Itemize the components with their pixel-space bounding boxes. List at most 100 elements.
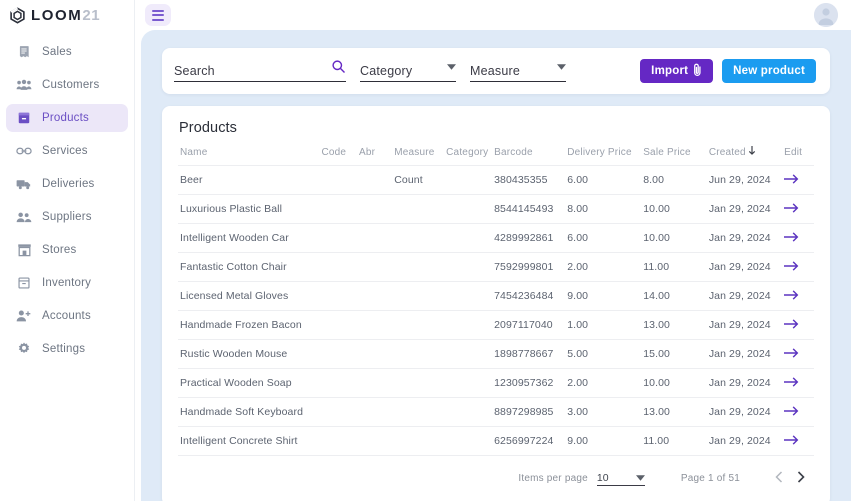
new-product-button[interactable]: New product [722, 59, 816, 83]
table-row[interactable]: Handmade Soft Keyboard 8897298985 3.00 13.0… [178, 397, 814, 427]
cell-edit [784, 339, 814, 369]
table-row[interactable]: Fantastic Cotton Chair 7592999801 2.00 11.0… [178, 252, 814, 282]
table-row[interactable]: Handmade Frozen Bacon 2097117040 1.00 13.00… [178, 310, 814, 340]
import-button-label: Import [651, 65, 689, 77]
arrow-right-icon[interactable] [784, 173, 799, 188]
cell-created: Jan 29, 2024 [708, 281, 785, 311]
cell-barcode: 4289992861 [494, 223, 568, 253]
table-row[interactable]: Rustic Wooden Mouse 1898778667 5.00 15.00 Ja… [178, 339, 814, 369]
cell-delivery-price: 9.00 [567, 426, 644, 456]
cell-edit [784, 252, 814, 282]
app-root: LOOM21 Sales Customers Products Services… [0, 0, 851, 501]
column-header-code[interactable]: Code [321, 146, 358, 166]
cell-abr [358, 252, 395, 282]
sidebar-item-products[interactable]: Products [6, 104, 128, 132]
cell-measure: Count [394, 165, 447, 195]
category-select[interactable]: Category [360, 60, 456, 82]
cell-delivery-price: 2.00 [567, 252, 644, 282]
search-input[interactable]: Search [174, 64, 331, 81]
cell-barcode: 8544145493 [494, 194, 568, 224]
arrow-right-icon[interactable] [784, 405, 799, 420]
sidebar-item-services[interactable]: Services [6, 137, 128, 165]
cell-code [321, 223, 359, 253]
items-per-page-select[interactable]: 10 [596, 471, 645, 486]
cell-edit [784, 368, 814, 398]
cell-barcode: 7454236484 [494, 281, 568, 311]
user-avatar-icon[interactable] [814, 3, 838, 27]
arrow-right-icon[interactable] [784, 289, 799, 304]
previous-page-button[interactable] [768, 467, 790, 489]
column-header-abr[interactable]: Abr [359, 146, 394, 166]
cell-barcode: 7592999801 [494, 252, 568, 282]
table-row[interactable]: Practical Wooden Soap 1230957362 2.00 10.00… [178, 368, 814, 398]
arrow-right-icon[interactable] [784, 231, 799, 246]
cell-abr [358, 281, 395, 311]
page-title: Products [179, 120, 238, 136]
cell-delivery-price: 8.00 [567, 194, 644, 224]
column-header-category[interactable]: Category [446, 146, 494, 166]
arrow-right-icon[interactable] [784, 202, 799, 217]
table-row[interactable]: Beer Count 380435355 6.00 8.00 Jun 29, 2024 [178, 165, 814, 195]
chevron-down-icon [635, 472, 645, 484]
cell-category [446, 397, 495, 427]
archive-box-icon [16, 275, 32, 291]
search-icon[interactable] [331, 59, 346, 81]
sidebar-item-customers[interactable]: Customers [6, 71, 128, 99]
brand-logo-area[interactable]: LOOM21 [0, 0, 134, 30]
cell-category [446, 281, 495, 311]
column-header-sale-price[interactable]: Sale Price [643, 146, 709, 166]
arrow-right-icon[interactable] [784, 260, 799, 275]
table-row[interactable]: Intelligent Concrete Shirt 6256997224 9.00… [178, 426, 814, 456]
main-area: Search Category Measure Import New produ… [135, 0, 851, 501]
column-header-created[interactable]: Created [709, 146, 784, 166]
column-header-measure[interactable]: Measure [394, 146, 446, 166]
cell-delivery-price: 6.00 [567, 223, 644, 253]
next-page-button[interactable] [790, 467, 812, 489]
sidebar-item-deliveries[interactable]: Deliveries [6, 170, 128, 198]
measure-select[interactable]: Measure [470, 60, 566, 82]
pagination-bar: Items per page 10 Page 1 of 51 [178, 456, 814, 489]
sidebar-item-sales[interactable]: Sales [6, 38, 128, 66]
table-header-row: Name Code Abr Measure Category Barcode D… [178, 146, 814, 166]
filter-toolbar: Search Category Measure Import New produ… [162, 48, 830, 94]
link-chain-icon [16, 143, 32, 159]
column-header-name[interactable]: Name [178, 146, 321, 166]
column-header-delivery-price[interactable]: Delivery Price [567, 146, 643, 166]
cell-code [321, 397, 359, 427]
table-row[interactable]: Licensed Metal Gloves 7454236484 9.00 14.00… [178, 281, 814, 311]
cell-category [446, 310, 495, 340]
cell-name: Beer [178, 165, 322, 195]
cell-edit [784, 223, 814, 253]
people-group-icon [16, 77, 32, 93]
hamburger-menu-icon[interactable] [145, 4, 171, 26]
column-header-barcode[interactable]: Barcode [494, 146, 567, 166]
import-button[interactable]: Import [640, 59, 714, 83]
sidebar-item-settings[interactable]: Settings [6, 335, 128, 363]
cell-abr [358, 339, 395, 369]
cell-edit [784, 194, 814, 224]
cell-created: Jun 29, 2024 [708, 165, 785, 195]
toolbar-actions: Import New product [640, 59, 816, 83]
cell-category [446, 194, 495, 224]
cell-abr [358, 194, 395, 224]
table-row[interactable]: Luxurious Plastic Ball 8544145493 8.00 10.0… [178, 194, 814, 224]
chevron-left-icon [775, 470, 783, 486]
arrow-right-icon[interactable] [784, 434, 799, 449]
arrow-right-icon[interactable] [784, 347, 799, 362]
table-row[interactable]: Intelligent Wooden Car 4289992861 6.00 10.0… [178, 223, 814, 253]
hamburger-line [152, 14, 164, 16]
sidebar-item-label: Services [42, 145, 88, 157]
sidebar-item-stores[interactable]: Stores [6, 236, 128, 264]
sidebar-item-suppliers[interactable]: Suppliers [6, 203, 128, 231]
sidebar-item-label: Settings [42, 343, 86, 355]
arrow-right-icon[interactable] [784, 318, 799, 333]
search-field[interactable]: Search [174, 60, 346, 82]
sidebar-item-inventory[interactable]: Inventory [6, 269, 128, 297]
cell-code [321, 339, 359, 369]
cell-sale-price: 10.00 [643, 368, 709, 398]
cell-edit [784, 310, 814, 340]
cell-category [446, 426, 495, 456]
sidebar-item-accounts[interactable]: Accounts [6, 302, 128, 330]
cell-edit [784, 281, 814, 311]
arrow-right-icon[interactable] [784, 376, 799, 391]
